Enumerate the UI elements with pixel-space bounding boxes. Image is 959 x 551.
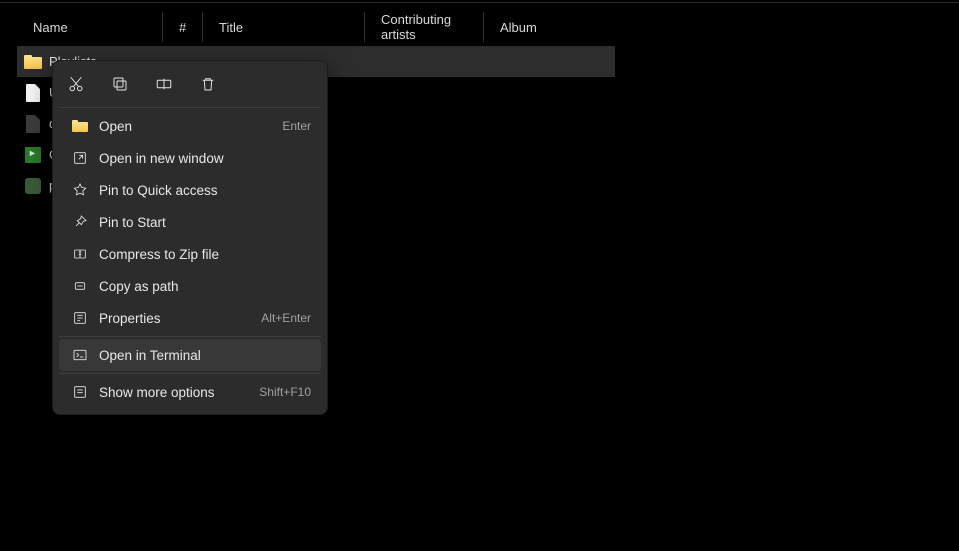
delete-icon[interactable] xyxy=(197,73,219,95)
menu-properties[interactable]: Properties Alt+Enter xyxy=(59,302,321,334)
menu-item-label: Compress to Zip file xyxy=(99,247,311,262)
file-icon xyxy=(23,114,43,134)
file-icon xyxy=(23,83,43,103)
folder-open-icon xyxy=(69,120,91,132)
menu-item-shortcut: Shift+F10 xyxy=(259,385,311,399)
menu-item-label: Pin to Start xyxy=(99,215,311,230)
zip-icon xyxy=(69,246,91,262)
more-options-icon xyxy=(69,384,91,400)
column-header-name[interactable]: Name xyxy=(17,12,163,42)
menu-item-label: Properties xyxy=(99,311,261,326)
star-icon xyxy=(69,182,91,198)
playlist-icon xyxy=(23,145,43,165)
pin-icon xyxy=(69,214,91,230)
menu-item-label: Open in Terminal xyxy=(99,348,311,363)
rename-icon[interactable] xyxy=(153,73,175,95)
separator xyxy=(59,336,321,337)
properties-icon xyxy=(69,310,91,326)
column-header-number[interactable]: # xyxy=(163,12,203,42)
menu-compress-zip[interactable]: Compress to Zip file xyxy=(59,238,321,270)
separator xyxy=(59,107,321,108)
menu-item-label: Pin to Quick access xyxy=(99,183,311,198)
open-new-window-icon xyxy=(69,150,91,166)
terminal-icon xyxy=(69,347,91,363)
folder-icon xyxy=(23,52,43,72)
copy-path-icon xyxy=(69,278,91,294)
cut-icon[interactable] xyxy=(65,73,87,95)
menu-item-shortcut: Enter xyxy=(282,119,311,133)
menu-item-label: Open xyxy=(99,119,282,134)
context-menu-toolbar xyxy=(59,67,321,105)
menu-pin-quick-access[interactable]: Pin to Quick access xyxy=(59,174,321,206)
copy-icon[interactable] xyxy=(109,73,131,95)
menu-show-more-options[interactable]: Show more options Shift+F10 xyxy=(59,376,321,408)
column-header-title[interactable]: Title xyxy=(203,12,365,42)
menu-open-terminal[interactable]: Open in Terminal xyxy=(59,339,321,371)
menu-item-shortcut: Alt+Enter xyxy=(261,311,311,325)
menu-open-new-window[interactable]: Open in new window xyxy=(59,142,321,174)
menu-item-label: Show more options xyxy=(99,385,259,400)
column-header-album[interactable]: Album xyxy=(484,12,614,42)
menu-item-label: Copy as path xyxy=(99,279,311,294)
separator xyxy=(59,373,321,374)
column-header-artists[interactable]: Contributing artists xyxy=(365,12,484,42)
column-headers: Name # Title Contributing artists Album xyxy=(17,12,614,42)
menu-open[interactable]: Open Enter xyxy=(59,110,321,142)
menu-pin-start[interactable]: Pin to Start xyxy=(59,206,321,238)
context-menu: Open Enter Open in new window Pin to Qui… xyxy=(52,60,328,415)
menu-copy-path[interactable]: Copy as path xyxy=(59,270,321,302)
database-icon xyxy=(23,176,43,196)
menu-item-label: Open in new window xyxy=(99,151,311,166)
